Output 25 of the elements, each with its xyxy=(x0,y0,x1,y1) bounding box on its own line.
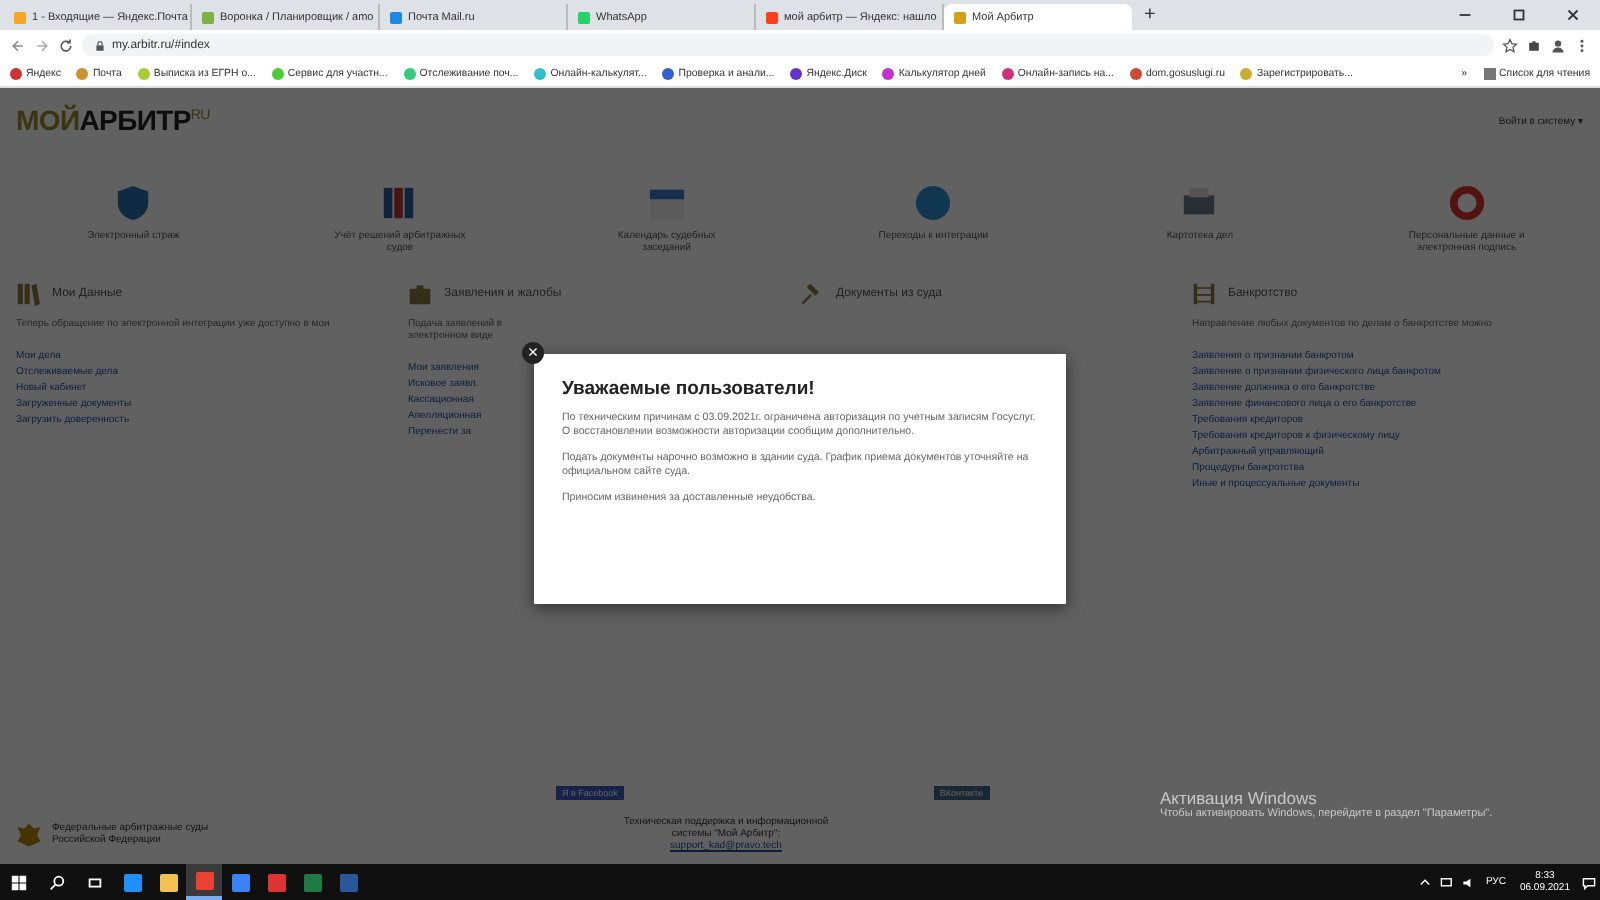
emblem-icon xyxy=(16,821,42,847)
books-icon xyxy=(16,282,40,306)
activation-title: Активация Windows xyxy=(1160,788,1319,808)
reload-icon[interactable] xyxy=(58,37,74,53)
close-icon[interactable]: × xyxy=(522,342,544,364)
network-icon[interactable] xyxy=(1435,875,1458,889)
close-icon[interactable] xyxy=(1564,6,1582,24)
taskbar-app[interactable] xyxy=(186,864,222,900)
site-logo[interactable]: МОЙАРБИТР$^{RU}$ xyxy=(16,104,210,136)
favicon-icon xyxy=(202,11,214,23)
favicon-icon xyxy=(954,11,966,23)
profile-icon[interactable] xyxy=(1550,37,1566,53)
plus-icon[interactable]: + xyxy=(1132,4,1168,26)
favicon-icon xyxy=(14,11,26,23)
briefcase-icon xyxy=(408,282,432,306)
favicon-icon xyxy=(578,11,590,23)
favicon-icon xyxy=(390,11,402,23)
back-arrow-icon[interactable] xyxy=(10,37,26,53)
dialog-title: Уважаемые пользователи! xyxy=(562,378,817,400)
star-icon[interactable] xyxy=(1502,37,1518,53)
gavel-icon xyxy=(800,282,824,306)
favicon-icon xyxy=(766,11,778,23)
maximize-icon[interactable] xyxy=(1510,6,1528,24)
binders-icon[interactable] xyxy=(380,184,419,222)
notification-icon[interactable] xyxy=(1578,875,1600,889)
